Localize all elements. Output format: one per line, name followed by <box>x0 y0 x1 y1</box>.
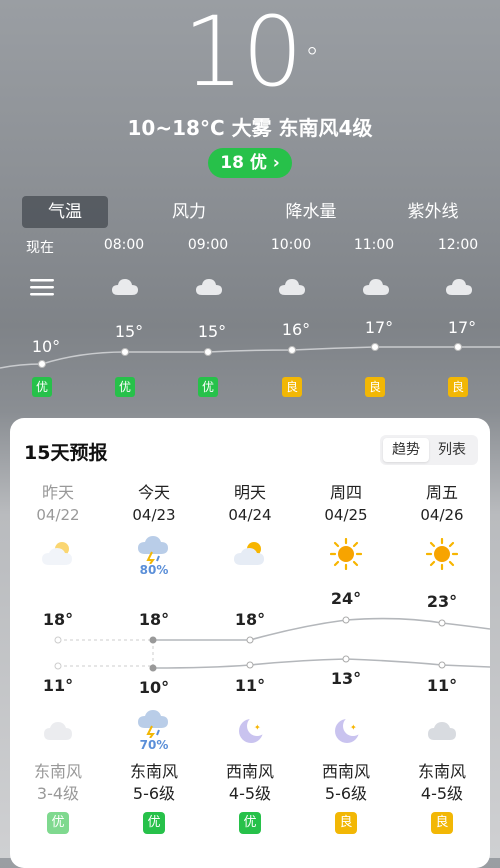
degree-symbol: ° <box>305 41 319 74</box>
cloud-icon <box>363 279 389 295</box>
svg-text:✦: ✦ <box>254 723 261 732</box>
hour-time: 现在 <box>26 240 54 256</box>
hourly-tabs: 气温 风力 降水量 紫外线 <box>22 196 492 228</box>
hour-time: 11:00 <box>353 237 395 253</box>
air-quality-badge: 优 <box>143 812 165 834</box>
air-quality-badge: 优 <box>47 812 69 834</box>
hour-temperature: 15° <box>114 322 144 341</box>
forecast-card: 15天预报 趋势 列表 昨天 今天 明天 周四 周五 04/22 04/23 0… <box>10 418 490 868</box>
air-quality-badge: 良 <box>448 377 468 397</box>
tab-temperature[interactable]: 气温 <box>22 196 108 228</box>
wind-level: 3-4级 <box>36 784 80 803</box>
cloud-icon <box>112 279 138 295</box>
moon-icon: ✦ <box>335 716 362 743</box>
current-temperature: 10 ° <box>0 2 500 102</box>
air-quality-badge: 优 <box>32 377 52 397</box>
hour-time: 10:00 <box>270 237 312 253</box>
fog-icon <box>30 279 54 296</box>
wind-direction: 西南风 <box>225 762 274 781</box>
air-quality-badge: 良 <box>282 377 302 397</box>
wind-direction: 东南风 <box>129 762 178 781</box>
high-temperature: 18° <box>138 610 170 629</box>
high-temperature: 18° <box>42 610 74 629</box>
tab-wind[interactable]: 风力 <box>146 196 232 228</box>
hour-temperature: 15° <box>197 322 227 341</box>
wind-level: 4-5级 <box>420 784 464 803</box>
wind-level: 5-6级 <box>132 784 176 803</box>
hour-time: 12:00 <box>437 237 479 253</box>
svg-text:✦: ✦ <box>350 723 357 732</box>
low-temperature: 13° <box>330 669 362 688</box>
hour-time: 08:00 <box>103 237 145 253</box>
air-quality-badge: 优 <box>239 812 261 834</box>
hour-temperature: 10° <box>31 337 61 356</box>
air-quality-badge: 良 <box>335 812 357 834</box>
cloud-icon <box>446 279 472 295</box>
air-quality-badge: 优 <box>198 377 218 397</box>
hour-time: 09:00 <box>187 237 229 253</box>
hour-temperature: 17° <box>364 318 394 337</box>
low-temperature: 11° <box>234 676 266 695</box>
tab-uv[interactable]: 紫外线 <box>390 196 476 228</box>
high-temperature: 18° <box>234 610 266 629</box>
cloud-icon <box>428 722 456 740</box>
low-temperature: 10° <box>138 678 170 697</box>
precipitation-chance: 70% <box>139 738 169 752</box>
high-temperature: 23° <box>426 592 458 611</box>
wind-direction: 东南风 <box>33 762 82 781</box>
cloud-icon <box>196 279 222 295</box>
aqi-button[interactable]: 18 优 › <box>208 148 292 178</box>
high-temperature: 24° <box>330 589 362 608</box>
cloud-icon <box>279 279 305 295</box>
hour-temperature: 16° <box>281 320 311 339</box>
air-quality-badge: 良 <box>431 812 453 834</box>
wind-direction: 西南风 <box>321 762 370 781</box>
low-temperature: 11° <box>426 676 458 695</box>
moon-icon: ✦ <box>239 716 266 743</box>
thunder-rain-icon <box>138 710 168 738</box>
current-temperature-value: 10 <box>182 0 303 108</box>
air-quality-badge: 良 <box>365 377 385 397</box>
air-quality-badge: 优 <box>115 377 135 397</box>
wind-level: 4-5级 <box>228 784 272 803</box>
tab-precipitation[interactable]: 降水量 <box>268 196 354 228</box>
weather-summary: 10~18°C 大雾 东南风4级 <box>127 116 373 140</box>
cloud-icon <box>44 722 72 740</box>
wind-direction: 东南风 <box>417 762 466 781</box>
wind-level: 5-6级 <box>324 784 368 803</box>
temperature-trend-chart <box>54 616 490 672</box>
hour-temperature: 17° <box>447 318 477 337</box>
low-temperature: 11° <box>42 676 74 695</box>
